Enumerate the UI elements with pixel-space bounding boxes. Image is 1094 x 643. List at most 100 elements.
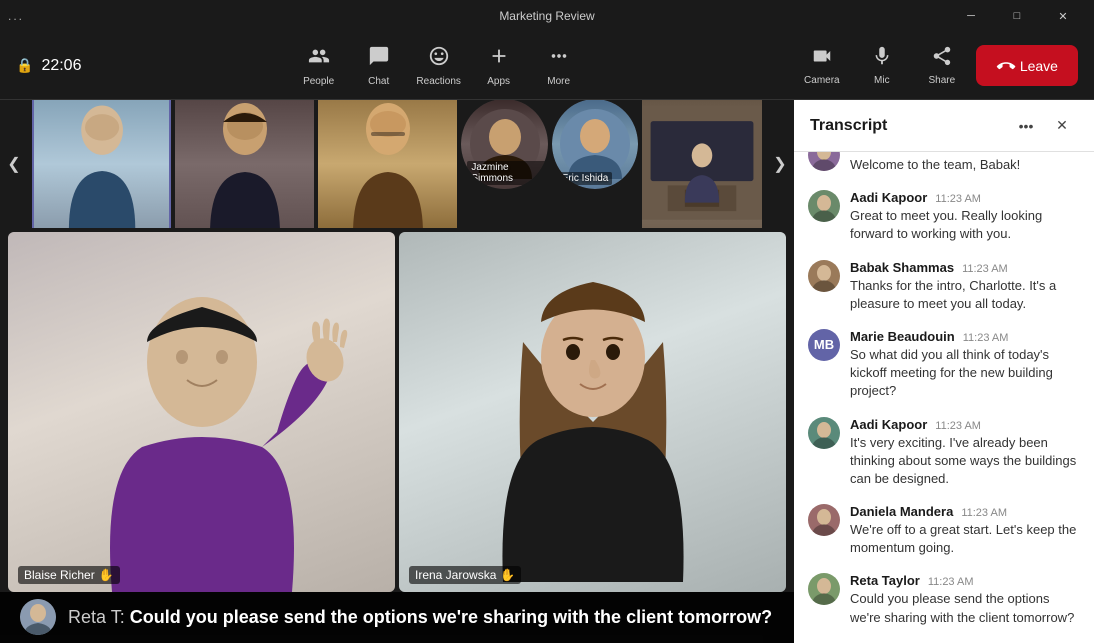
strip-video-jazmine-simmons[interactable]: Jazmine Simmons — [461, 100, 547, 189]
transcript-message: Charlotte De Crum11:23 AM Welcome to the … — [794, 152, 1094, 182]
message-text: Welcome to the team, Babak! — [850, 156, 1080, 174]
message-avatar — [808, 573, 840, 605]
message-header: Aadi Kapoor11:23 AM — [850, 417, 1080, 432]
mic-button[interactable]: Mic — [856, 40, 908, 92]
message-sender-name: Aadi Kapoor — [850, 190, 927, 205]
mic-icon — [871, 45, 893, 72]
message-sender-name: Marie Beaudouin — [850, 329, 955, 344]
message-text: Great to meet you. Really looking forwar… — [850, 207, 1080, 243]
strip-video-babak-shammas[interactable]: Babak Shammas — [318, 100, 457, 228]
video-area: ❮ Reta Taylor — [0, 100, 794, 643]
message-content: Charlotte De Crum11:23 AM Welcome to the … — [850, 152, 1080, 174]
subtitle-speaker: Reta T: — [68, 607, 125, 627]
share-label: Share — [928, 75, 955, 86]
toolbar-left: 🔒 22:06 — [16, 57, 81, 75]
strip-name-eric-ishida: Eric Ishida — [558, 172, 613, 185]
leave-label: Leave — [1020, 58, 1058, 74]
transcript-message: Aadi Kapoor 11:23 AM Great to meet you. Re… — [794, 182, 1094, 251]
message-avatar — [808, 417, 840, 449]
strip-video-danielle-booker[interactable]: Danielle Booker — [175, 100, 314, 228]
message-avatar: MB — [808, 329, 840, 361]
message-content: Reta Taylor11:23 AM Could you please send… — [850, 573, 1080, 626]
transcript-message: Babak Shammas11:23 AMThanks for the intr… — [794, 252, 1094, 321]
subtitle-avatar — [20, 599, 56, 635]
message-timestamp: 11:23 AM — [963, 332, 1009, 344]
people-button[interactable]: People — [291, 38, 347, 94]
large-name-irena-jarowska: Irena Jarowska ✋ — [409, 566, 521, 584]
reactions-label: Reactions — [416, 76, 460, 87]
message-header: Charlotte De Crum11:23 AM — [850, 152, 1080, 154]
video-strip: ❮ Reta Taylor — [0, 100, 794, 228]
message-avatar — [808, 504, 840, 536]
hand-raised-icon-irena: ✋ — [500, 568, 515, 582]
main-content: ❮ Reta Taylor — [0, 100, 1094, 643]
close-button[interactable]: ✕ — [1040, 0, 1086, 32]
message-text: Could you please send the options we're … — [850, 590, 1080, 626]
transcript-actions: ••• ✕ — [1010, 110, 1078, 142]
message-header: Reta Taylor11:23 AM — [850, 573, 1080, 588]
apps-button[interactable]: Apps — [471, 38, 527, 94]
message-content: Daniela Mandera11:23 AM We're off to a gr… — [850, 504, 1080, 557]
strip-video-reta-taylor[interactable]: Reta Taylor — [32, 100, 171, 228]
transcript-title: Transcript — [810, 117, 887, 135]
message-header: Daniela Mandera11:23 AM — [850, 504, 1080, 519]
window-dots: ... — [8, 9, 24, 23]
transcript-message: Reta Taylor11:23 AM Could you please send… — [794, 565, 1094, 634]
message-timestamp: 11:23 AM — [962, 263, 1008, 275]
strip-video-summons[interactable]: Summons — [642, 100, 762, 228]
meeting-timer: 22:06 — [41, 57, 81, 75]
message-sender-name: Babak Shammas — [850, 260, 954, 275]
subtitle-speech: Could you please send the options we're … — [130, 607, 772, 627]
more-label: More — [547, 76, 570, 87]
transcript-more-button[interactable]: ••• — [1010, 110, 1042, 142]
large-name-blaise-richer: Blaise Richer ✋ — [18, 566, 120, 584]
message-avatar — [808, 260, 840, 292]
transcript-close-button[interactable]: ✕ — [1046, 110, 1078, 142]
strip-video-eric-ishida[interactable]: Eric Ishida — [552, 100, 638, 189]
toolbar: 🔒 22:06 People Chat — [0, 32, 1094, 100]
message-content: Aadi Kapoor 11:23 AM Great to meet you. Re… — [850, 190, 1080, 243]
title-bar: ... Marketing Review ─ □ ✕ — [0, 0, 1094, 32]
reactions-icon — [428, 45, 450, 73]
transcript-header: Transcript ••• ✕ — [794, 100, 1094, 152]
message-timestamp: 11:23 AM — [973, 152, 1019, 154]
message-avatar — [808, 152, 840, 171]
camera-icon — [811, 45, 833, 72]
message-avatar — [808, 190, 840, 222]
strip-prev-button[interactable]: ❮ — [0, 108, 28, 220]
camera-button[interactable]: Camera — [796, 40, 848, 92]
strip-videos: Reta Taylor Danielle Booker — [28, 100, 766, 228]
camera-label: Camera — [804, 75, 840, 86]
subtitle-bar: Reta T: Could you please send the option… — [0, 592, 794, 643]
large-video-irena-jarowska[interactable]: Irena Jarowska ✋ — [399, 232, 786, 592]
message-content: Aadi Kapoor11:23 AM It's very exciting. I… — [850, 417, 1080, 489]
message-text: We're off to a great start. Let's keep t… — [850, 521, 1080, 557]
chat-label: Chat — [368, 76, 389, 87]
reactions-button[interactable]: Reactions — [411, 38, 467, 94]
mic-label: Mic — [874, 75, 890, 86]
subtitle-text: Reta T: Could you please send the option… — [68, 605, 772, 630]
toolbar-right: Camera Mic Share Leave — [796, 40, 1078, 92]
transcript-message: Daniela Mandera11:23 AM We're off to a gr… — [794, 496, 1094, 565]
leave-phone-icon — [991, 52, 1019, 80]
minimize-button[interactable]: ─ — [948, 0, 994, 32]
apps-icon — [488, 45, 510, 73]
message-content: Babak Shammas11:23 AMThanks for the intr… — [850, 260, 1080, 313]
maximize-button[interactable]: □ — [994, 0, 1040, 32]
message-timestamp: 11:23 AM — [935, 193, 981, 205]
message-timestamp: 11:23 AM — [935, 420, 981, 432]
more-icon — [548, 45, 570, 73]
strip-next-button[interactable]: ❯ — [766, 108, 794, 220]
hand-raised-icon-blaise: ✋ — [99, 568, 114, 582]
chat-button[interactable]: Chat — [351, 38, 407, 94]
more-button[interactable]: More — [531, 38, 587, 94]
message-text: It's very exciting. I've already been th… — [850, 434, 1080, 489]
transcript-messages: Charlotte De Crum11:23 AM Welcome to the … — [794, 152, 1094, 643]
share-icon — [931, 45, 953, 72]
people-icon — [308, 45, 330, 73]
leave-button[interactable]: Leave — [976, 45, 1078, 86]
share-button[interactable]: Share — [916, 40, 968, 92]
security-icon: 🔒 — [16, 57, 33, 74]
large-video-blaise-richer[interactable]: Blaise Richer ✋ — [8, 232, 395, 592]
message-timestamp: 11:23 AM — [961, 507, 1007, 519]
